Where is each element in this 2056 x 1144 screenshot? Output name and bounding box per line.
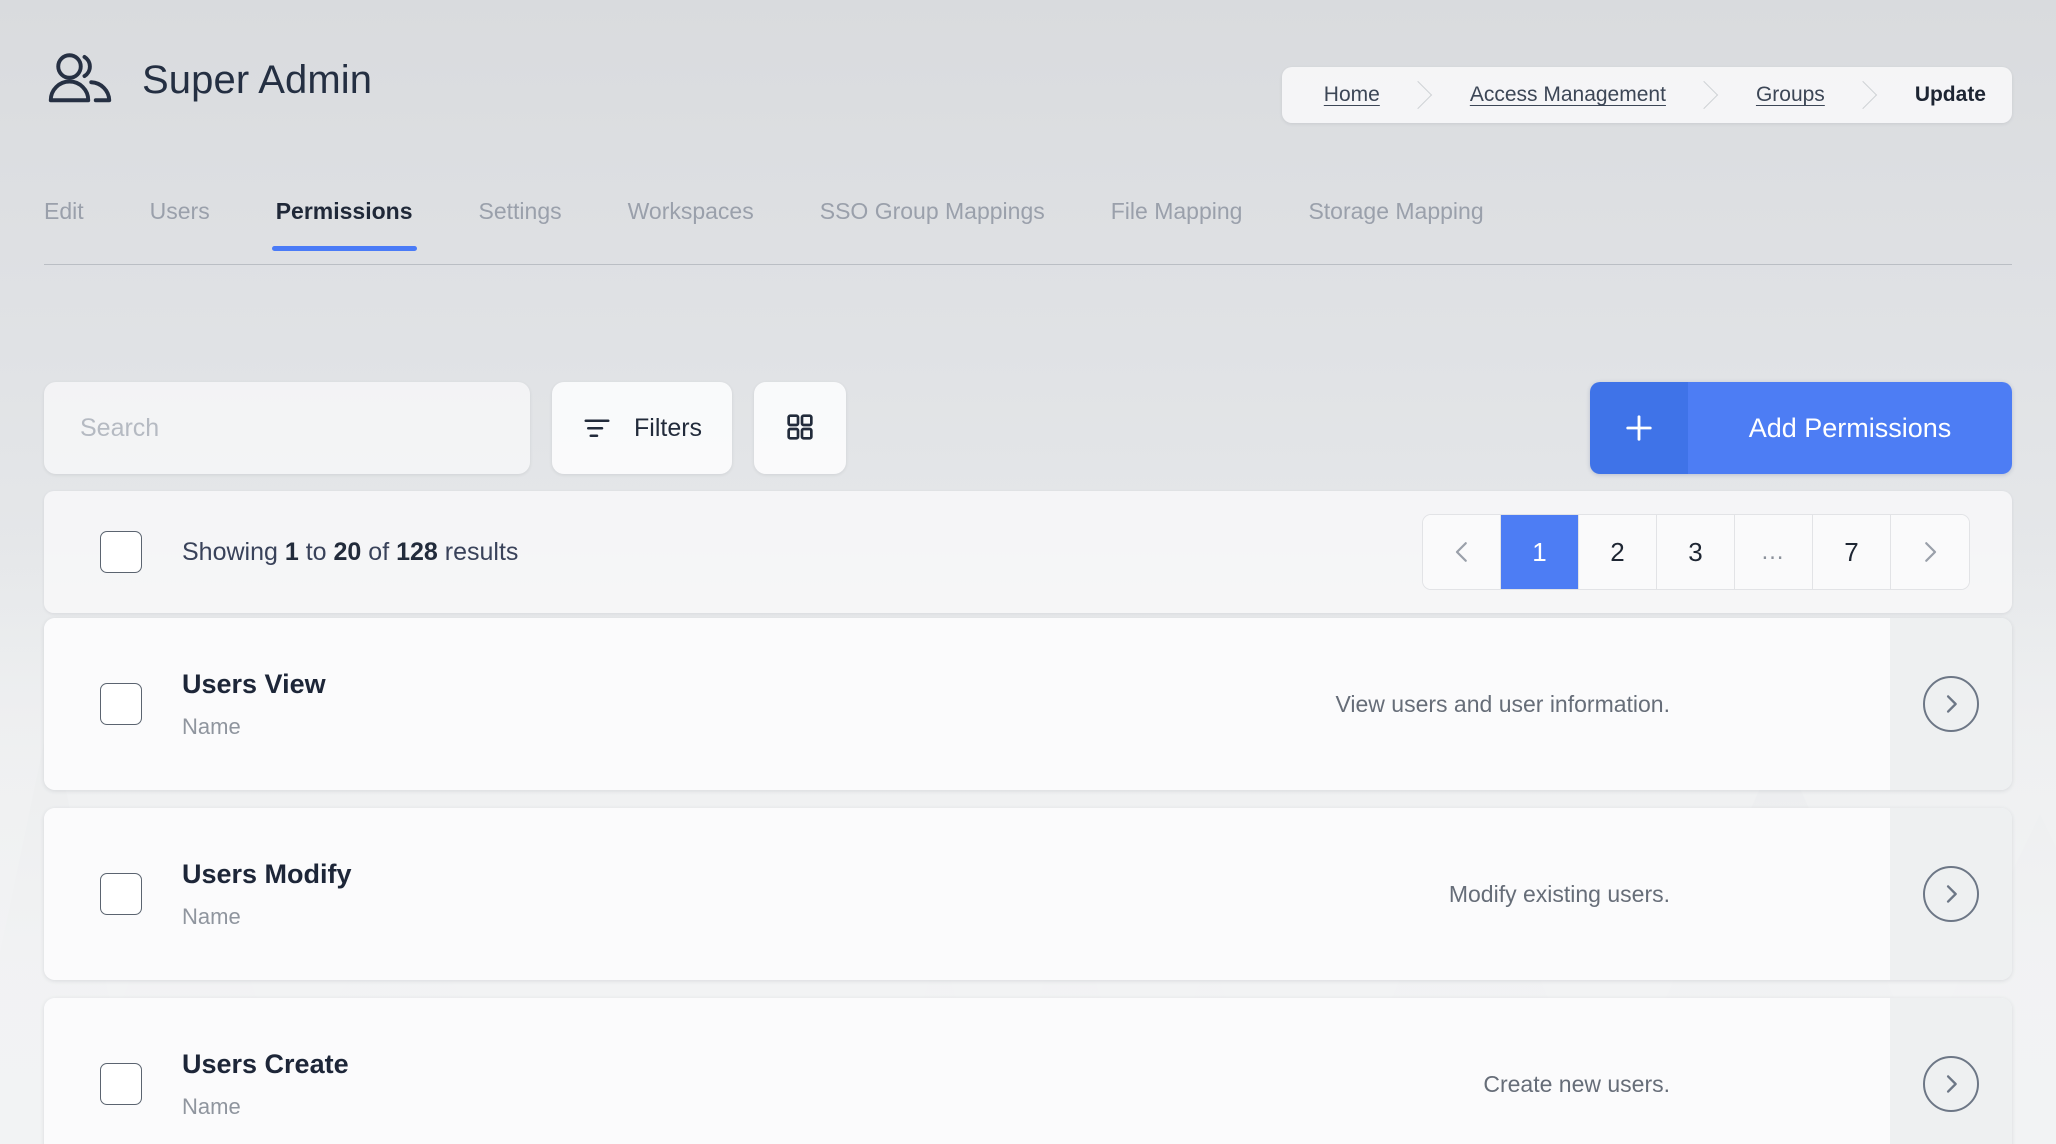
row-description: Modify existing users.	[1448, 880, 1670, 907]
chevron-left-icon	[1447, 537, 1477, 567]
filters-button[interactable]: Filters	[552, 382, 733, 474]
pagination-prev-button[interactable]	[1423, 515, 1501, 589]
tab-permissions[interactable]: Permissions	[271, 190, 417, 251]
row-title: Users Create	[182, 1048, 349, 1079]
row-description: Create new users.	[1483, 1070, 1670, 1097]
chevron-right-circle-icon	[1923, 676, 1979, 732]
row-detail-button[interactable]	[1890, 998, 2012, 1144]
tab-file-mapping[interactable]: File Mapping	[1111, 190, 1243, 251]
brand: Super Admin	[44, 44, 372, 116]
row-title-block: Users Create Name	[182, 1049, 349, 1120]
chevron-right-icon	[1915, 537, 1945, 567]
toolbar: Filters Add Permissions	[44, 382, 2012, 474]
users-group-icon	[44, 44, 116, 116]
row-checkbox[interactable]	[100, 683, 142, 725]
pagination-page-2[interactable]: 2	[1579, 515, 1657, 589]
row-title: Users Modify	[182, 858, 352, 889]
tab-workspaces[interactable]: Workspaces	[628, 190, 754, 251]
row-content: Users Create Name Create new users.	[44, 998, 1890, 1144]
grid-view-button[interactable]	[754, 382, 847, 474]
row-detail-button[interactable]	[1890, 808, 2012, 980]
row-detail-button[interactable]	[1890, 618, 2012, 790]
breadcrumb: Home Access Management Groups Update	[1281, 67, 2012, 123]
tab-edit[interactable]: Edit	[44, 190, 84, 251]
row-title-block: Users Modify Name	[182, 859, 352, 930]
row-checkbox[interactable]	[100, 873, 142, 915]
results-from: 1	[284, 537, 299, 566]
results-of-word: of	[368, 537, 390, 566]
row-checkbox[interactable]	[100, 1063, 142, 1105]
tab-settings[interactable]: Settings	[479, 190, 562, 251]
results-to: 20	[333, 537, 362, 566]
permissions-list: Users View Name View users and user info…	[44, 618, 2012, 1144]
breadcrumb-item-update: Update	[1881, 67, 2012, 123]
row-content: Users Modify Name Modify existing users.	[44, 808, 1890, 980]
tab-users[interactable]: Users	[150, 190, 210, 251]
row-description: View users and user information.	[1335, 690, 1670, 717]
add-permissions-label: Add Permissions	[1688, 382, 2012, 474]
pagination-ellipsis: …	[1735, 515, 1813, 589]
pagination-page-3[interactable]: 3	[1657, 515, 1735, 589]
results-count-text: Showing 1 to 20 of 128 results	[182, 538, 518, 567]
results-to-word: to	[305, 537, 327, 566]
row-content: Users View Name View users and user info…	[44, 618, 1890, 790]
pagination-page-1[interactable]: 1	[1501, 515, 1579, 589]
grid-view-icon	[784, 411, 816, 446]
results-showing-word: Showing	[182, 537, 278, 566]
breadcrumb-item-access-management[interactable]: Access Management	[1436, 67, 1692, 123]
app-root: Super Admin Home Access Management Group…	[0, 0, 2056, 1144]
plus-icon	[1590, 382, 1688, 474]
results-total: 128	[396, 537, 438, 566]
breadcrumb-item-home[interactable]: Home	[1282, 67, 1406, 123]
pagination-page-7[interactable]: 7	[1813, 515, 1891, 589]
pagination: 1 2 3 … 7	[1422, 514, 1970, 590]
search-input[interactable]	[44, 382, 530, 474]
select-all-checkbox[interactable]	[100, 531, 142, 573]
breadcrumb-label: Update	[1914, 83, 1986, 106]
filter-icon	[582, 412, 612, 445]
tab-storage-mapping[interactable]: Storage Mapping	[1308, 190, 1483, 251]
breadcrumb-item-groups[interactable]: Groups	[1722, 67, 1851, 123]
tab-list: Edit Users Permissions Settings Workspac…	[44, 190, 2012, 266]
results-bar: Showing 1 to 20 of 128 results 1 2 3 … 7	[44, 491, 2012, 613]
results-suffix: results	[444, 537, 519, 566]
table-row[interactable]: Users Modify Name Modify existing users.	[44, 808, 2012, 980]
chevron-right-circle-icon	[1923, 1056, 1979, 1112]
pagination-next-button[interactable]	[1891, 515, 1969, 589]
row-subtitle: Name	[182, 1093, 241, 1119]
tab-divider	[44, 264, 2012, 265]
tab-bar: Edit Users Permissions Settings Workspac…	[44, 190, 2012, 286]
breadcrumb-label: Groups	[1755, 83, 1825, 106]
filters-button-label: Filters	[634, 413, 703, 442]
breadcrumb-separator-icon	[1692, 67, 1722, 123]
add-permissions-button[interactable]: Add Permissions	[1590, 382, 2012, 474]
table-row[interactable]: Users View Name View users and user info…	[44, 618, 2012, 790]
row-subtitle: Name	[182, 903, 241, 929]
breadcrumb-label: Access Management	[1469, 83, 1666, 106]
breadcrumb-label: Home	[1323, 83, 1380, 106]
chevron-right-circle-icon	[1923, 866, 1979, 922]
breadcrumb-separator-icon	[1851, 67, 1881, 123]
row-title-block: Users View Name	[182, 669, 326, 740]
breadcrumb-separator-icon	[1406, 67, 1436, 123]
table-row[interactable]: Users Create Name Create new users.	[44, 998, 2012, 1144]
tab-sso-group-mappings[interactable]: SSO Group Mappings	[820, 190, 1045, 251]
row-subtitle: Name	[182, 713, 241, 739]
page-title: Super Admin	[142, 57, 373, 102]
row-title: Users View	[182, 668, 326, 699]
page-header: Super Admin Home Access Management Group…	[0, 0, 2056, 160]
